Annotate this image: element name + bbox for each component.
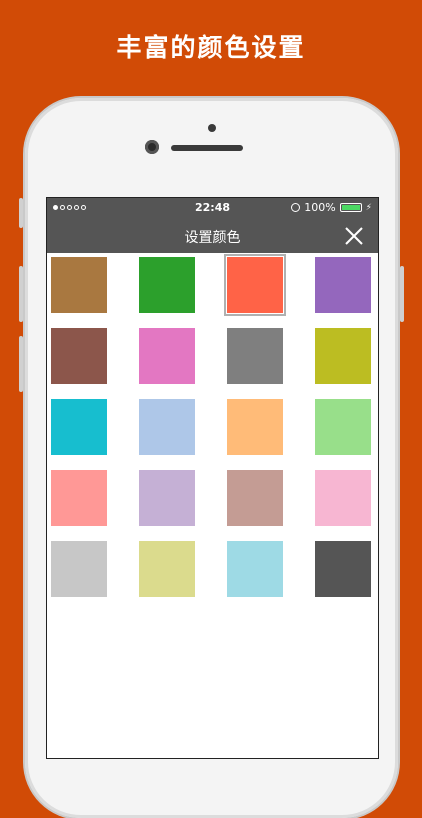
swatch-fill [227, 541, 283, 597]
color-swatch[interactable] [315, 470, 371, 526]
color-swatch[interactable] [227, 328, 283, 384]
swatch-fill [51, 541, 107, 597]
swatch-fill [315, 328, 371, 384]
color-swatch[interactable] [51, 541, 107, 597]
app-screen: 22:48 100% ⚡ 设置颜色 [46, 197, 379, 759]
swatch-fill [139, 257, 195, 313]
phone-frame: 22:48 100% ⚡ 设置颜色 [19, 98, 404, 818]
mute-switch [19, 198, 23, 228]
earpiece-speaker [171, 145, 243, 151]
swatch-fill [51, 257, 107, 313]
swatch-fill [227, 470, 283, 526]
color-swatch[interactable] [51, 328, 107, 384]
swatch-fill [227, 399, 283, 455]
swatch-fill [315, 257, 371, 313]
orientation-lock-icon [291, 203, 301, 212]
swatch-fill [51, 328, 107, 384]
swatch-fill [139, 328, 195, 384]
volume-down-button [19, 336, 23, 392]
swatch-fill [139, 541, 195, 597]
promo-title: 丰富的颜色设置 [116, 33, 306, 62]
swatch-fill [139, 470, 195, 526]
status-right: 100% ⚡ [291, 201, 372, 214]
color-swatch[interactable] [139, 399, 195, 455]
page-title: 设置颜色 [184, 230, 241, 246]
color-swatch[interactable] [139, 328, 195, 384]
battery-icon [339, 203, 362, 212]
color-swatch[interactable] [227, 399, 283, 455]
color-swatch[interactable] [315, 399, 371, 455]
swatch-fill [315, 541, 371, 597]
color-swatch[interactable] [315, 328, 371, 384]
swatch-fill [315, 399, 371, 455]
color-swatch[interactable] [51, 470, 107, 526]
swatch-fill [51, 470, 107, 526]
color-swatch[interactable] [227, 541, 283, 597]
color-swatch[interactable] [139, 257, 195, 313]
close-icon [345, 227, 363, 245]
color-swatch[interactable] [51, 399, 107, 455]
color-swatch[interactable] [139, 541, 195, 597]
swatch-fill [227, 328, 283, 384]
close-button[interactable] [342, 224, 366, 248]
swatch-fill [51, 399, 107, 455]
swatch-fill [227, 257, 283, 313]
volume-up-button [19, 266, 23, 322]
swatch-fill [139, 399, 195, 455]
navigation-bar: 设置颜色 [47, 219, 378, 253]
battery-percent: 100% [304, 201, 336, 214]
color-swatch[interactable] [51, 257, 107, 313]
status-bar: 22:48 100% ⚡ [47, 198, 378, 219]
power-button [400, 266, 404, 322]
charging-icon: ⚡ [365, 202, 372, 213]
front-camera [145, 140, 159, 154]
color-swatch[interactable] [227, 470, 283, 526]
color-swatch[interactable] [315, 541, 371, 597]
swatch-fill [315, 470, 371, 526]
color-swatch[interactable] [139, 470, 195, 526]
proximity-sensor [208, 124, 216, 132]
color-swatch[interactable] [224, 254, 286, 316]
color-swatch[interactable] [315, 257, 371, 313]
